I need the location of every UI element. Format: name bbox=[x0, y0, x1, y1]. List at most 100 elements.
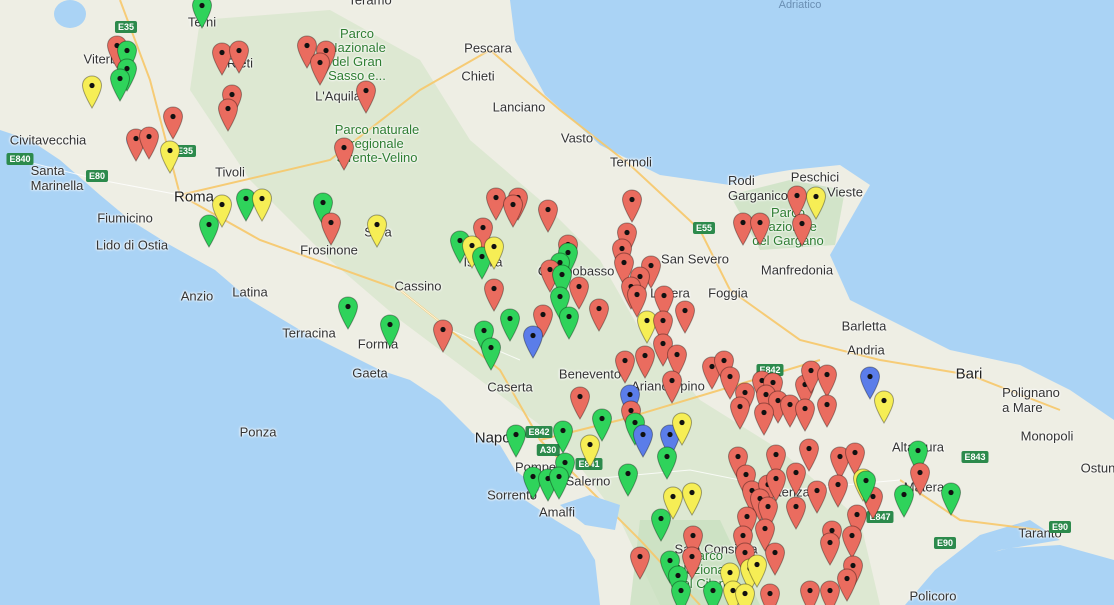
map-marker-red[interactable] bbox=[753, 402, 775, 436]
map-marker-red[interactable] bbox=[138, 126, 160, 160]
map-marker-red[interactable] bbox=[819, 580, 841, 605]
pin-icon bbox=[621, 189, 643, 223]
place-label: Terracina bbox=[282, 325, 336, 341]
pin-icon bbox=[588, 298, 610, 332]
pin-icon bbox=[749, 212, 771, 246]
pin-icon bbox=[702, 580, 724, 605]
place-label: Manfredonia bbox=[760, 262, 834, 278]
map-marker-green[interactable] bbox=[552, 420, 574, 454]
map-marker-red[interactable] bbox=[588, 298, 610, 332]
place-label: Monopoli bbox=[1020, 428, 1074, 444]
map-marker-red[interactable] bbox=[785, 462, 807, 496]
map-marker-green[interactable] bbox=[855, 470, 877, 504]
map-marker-green[interactable] bbox=[617, 463, 639, 497]
map-marker-red[interactable] bbox=[816, 394, 838, 428]
map-marker-red[interactable] bbox=[794, 398, 816, 432]
map-marker-red[interactable] bbox=[333, 137, 355, 171]
map-marker-red[interactable] bbox=[162, 106, 184, 140]
map-marker-red[interactable] bbox=[355, 80, 377, 114]
place-label: Barletta bbox=[841, 318, 887, 334]
map-marker-green[interactable] bbox=[558, 306, 580, 340]
map-marker-green[interactable] bbox=[940, 482, 962, 516]
map-marker-red[interactable] bbox=[483, 278, 505, 312]
map-marker-red[interactable] bbox=[674, 300, 696, 334]
map-marker-red[interactable] bbox=[217, 98, 239, 132]
map-marker-green[interactable] bbox=[499, 308, 521, 342]
map-marker-green[interactable] bbox=[505, 424, 527, 458]
place-label: Cassino bbox=[394, 278, 442, 294]
place-label: Gaeta bbox=[352, 365, 388, 381]
map-marker-red[interactable] bbox=[228, 40, 250, 74]
map-marker-green[interactable] bbox=[337, 296, 359, 330]
pin-icon bbox=[634, 345, 656, 379]
map-marker-yellow[interactable] bbox=[579, 434, 601, 468]
pin-icon bbox=[614, 350, 636, 384]
pin-icon bbox=[251, 188, 273, 222]
map-marker-yellow[interactable] bbox=[734, 583, 756, 605]
map-marker-red[interactable] bbox=[502, 194, 524, 228]
map-marker-red[interactable] bbox=[791, 213, 813, 247]
map-marker-yellow[interactable] bbox=[483, 236, 505, 270]
gulf-taranto bbox=[930, 545, 1114, 605]
map-marker-green[interactable] bbox=[198, 214, 220, 248]
map-marker-yellow[interactable] bbox=[681, 482, 703, 516]
map-marker-green[interactable] bbox=[893, 484, 915, 518]
map-canvas[interactable]: TerniRietiViterboCivitavecchiaSantaMarin… bbox=[0, 0, 1114, 605]
map-marker-red[interactable] bbox=[621, 189, 643, 223]
place-label: Vieste bbox=[827, 184, 863, 200]
map-marker-green[interactable] bbox=[379, 314, 401, 348]
map-marker-red[interactable] bbox=[759, 583, 781, 605]
map-marker-red[interactable] bbox=[320, 212, 342, 246]
map-marker-red[interactable] bbox=[749, 212, 771, 246]
place-label: Pescara bbox=[464, 40, 512, 56]
map-marker-red[interactable] bbox=[819, 532, 841, 566]
pin-icon bbox=[816, 394, 838, 428]
map-marker-green[interactable] bbox=[650, 508, 672, 542]
map-marker-red[interactable] bbox=[309, 52, 331, 86]
map-marker-red[interactable] bbox=[568, 276, 590, 310]
pin-icon bbox=[537, 199, 559, 233]
map-marker-red[interactable] bbox=[614, 350, 636, 384]
map-marker-green[interactable] bbox=[548, 466, 570, 500]
map-marker-red[interactable] bbox=[785, 496, 807, 530]
map-marker-green[interactable] bbox=[480, 337, 502, 371]
map-marker-yellow[interactable] bbox=[366, 214, 388, 248]
pin-icon bbox=[505, 424, 527, 458]
map-marker-green[interactable] bbox=[109, 68, 131, 102]
map-marker-red[interactable] bbox=[537, 199, 559, 233]
map-marker-yellow[interactable] bbox=[159, 140, 181, 174]
map-marker-green[interactable] bbox=[670, 580, 692, 605]
pin-icon bbox=[791, 213, 813, 247]
map-marker-red[interactable] bbox=[569, 386, 591, 420]
place-label: Peschici bbox=[790, 169, 840, 185]
map-marker-yellow[interactable] bbox=[251, 188, 273, 222]
map-marker-red[interactable] bbox=[816, 364, 838, 398]
map-marker-red[interactable] bbox=[661, 370, 683, 404]
map-marker-red[interactable] bbox=[729, 396, 751, 430]
place-label: Ponza bbox=[239, 424, 277, 440]
map-marker-red[interactable] bbox=[634, 345, 656, 379]
pin-icon bbox=[670, 580, 692, 605]
pin-icon bbox=[681, 482, 703, 516]
map-marker-green[interactable] bbox=[191, 0, 213, 29]
map-marker-yellow[interactable] bbox=[873, 390, 895, 424]
map-marker-red[interactable] bbox=[799, 580, 821, 605]
map-marker-green[interactable] bbox=[702, 580, 724, 605]
place-label: Polignano a Mare bbox=[1002, 385, 1060, 415]
map-marker-blue[interactable] bbox=[632, 424, 654, 458]
map-marker-blue[interactable] bbox=[522, 325, 544, 359]
map-marker-red[interactable] bbox=[827, 474, 849, 508]
pin-icon bbox=[674, 300, 696, 334]
map-marker-green[interactable] bbox=[656, 446, 678, 480]
map-marker-yellow[interactable] bbox=[671, 412, 693, 446]
map-marker-yellow[interactable] bbox=[81, 75, 103, 109]
map-marker-red[interactable] bbox=[432, 319, 454, 353]
map-marker-red[interactable] bbox=[841, 525, 863, 559]
place-label: Civitavecchia bbox=[9, 132, 87, 148]
map-marker-red[interactable] bbox=[629, 546, 651, 580]
map-marker-red[interactable] bbox=[806, 480, 828, 514]
pin-icon bbox=[81, 75, 103, 109]
pin-icon bbox=[629, 546, 651, 580]
place-label: Vasto bbox=[560, 130, 594, 146]
pin-icon bbox=[759, 583, 781, 605]
